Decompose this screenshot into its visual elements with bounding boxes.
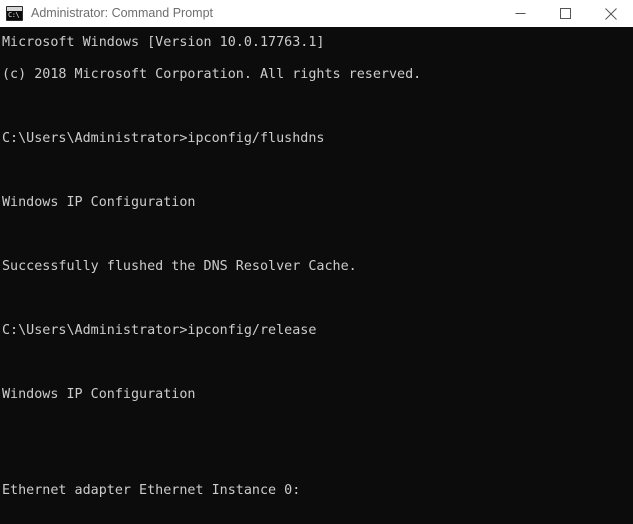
title-bar-left: C:\ Administrator: Command Prompt — [0, 0, 498, 27]
console-icon: C:\ — [6, 6, 23, 21]
terminal-line: Windows IP Configuration — [2, 195, 196, 210]
minimize-icon — [515, 13, 526, 14]
terminal-line: Microsoft Windows [Version 10.0.17763.1] — [2, 35, 325, 50]
terminal-lines: Microsoft Windows [Version 10.0.17763.1]… — [2, 27, 526, 524]
title-bar[interactable]: C:\ Administrator: Command Prompt — [0, 0, 633, 27]
terminal-line: C:\Users\Administrator>ipconfig/flushdns — [2, 131, 325, 146]
maximize-icon — [560, 8, 571, 19]
terminal-line: Ethernet adapter Ethernet Instance 0: — [2, 483, 301, 498]
terminal-output-area[interactable]: Microsoft Windows [Version 10.0.17763.1]… — [0, 27, 633, 524]
terminal-line: Successfully flushed the DNS Resolver Ca… — [2, 259, 357, 274]
window-title: Administrator: Command Prompt — [31, 6, 214, 20]
console-icon-prompt-text: C:\ — [8, 11, 20, 19]
window-controls — [498, 0, 633, 27]
terminal-line: Windows IP Configuration — [2, 387, 196, 402]
command-prompt-window: C:\ Administrator: Command Prompt Micros… — [0, 0, 633, 524]
terminal-line: C:\Users\Administrator>ipconfig/release — [2, 323, 317, 338]
terminal-line: (c) 2018 Microsoft Corporation. All righ… — [2, 67, 422, 82]
close-button[interactable] — [588, 0, 633, 27]
maximize-button[interactable] — [543, 0, 588, 27]
close-icon — [604, 7, 617, 20]
minimize-button[interactable] — [498, 0, 543, 27]
